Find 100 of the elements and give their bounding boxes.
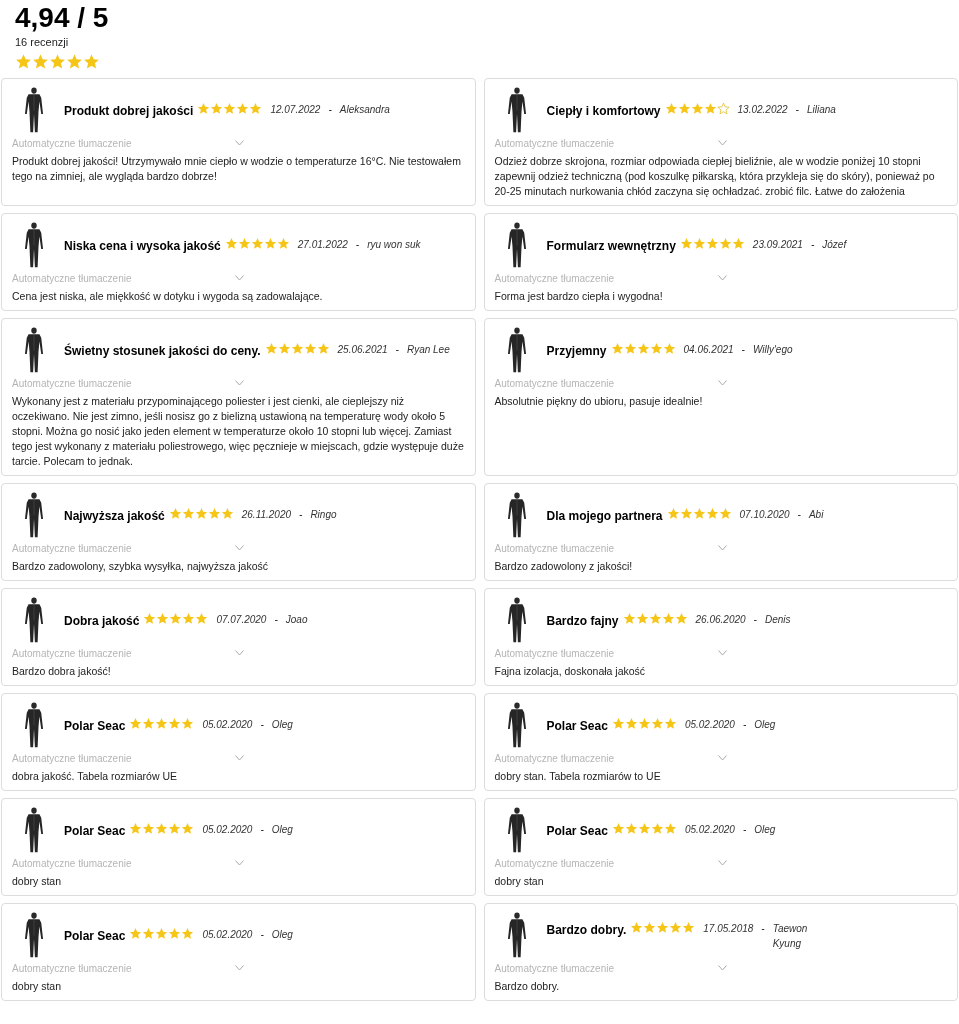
review-text: Odzież dobrze skrojona, rozmiar odpowiada ciepłej bieliźnie, ale w wodzie poniżej 10 stopni zapewnij odzież techniczną (pod koszulkę piłkarską, która przykleja się do skóry), ponieważ po 20-25 minutach nurkowania chłód zaczyna się ochładzać. zrobić filc. Łatwe do założenia <box>494 153 936 199</box>
star-icon <box>155 821 169 835</box>
star-icon <box>169 611 183 625</box>
chevron-down-icon[interactable] <box>235 275 244 281</box>
review-author: Ryan Lee <box>406 342 450 357</box>
star-icon <box>168 926 182 940</box>
review-title: Polar Seac <box>64 927 126 945</box>
star-icon <box>666 506 680 520</box>
review-title: Formularz wewnętrzny <box>546 237 676 255</box>
review-text: Bardzo dobry. <box>494 978 561 994</box>
separator-dash: - <box>752 612 758 627</box>
translation-label: Automatyczne tłumaczenie <box>494 646 614 661</box>
review-text: Bardzo zadowolony z jakości! <box>494 558 634 574</box>
review-author: Oleg <box>271 927 293 942</box>
star-icon <box>649 341 663 355</box>
chevron-down-icon[interactable] <box>235 380 244 386</box>
star-icon <box>249 101 263 115</box>
review-text: Cena jest niska, ale miękkość w dotyku i wygoda są zadowalające. <box>12 288 324 304</box>
star-icon <box>663 716 677 730</box>
star-icon <box>168 506 182 520</box>
separator-dash: - <box>740 342 746 357</box>
chevron-down-icon[interactable] <box>717 275 727 281</box>
review-title: Świetny stosunek jakości do ceny. <box>64 342 261 360</box>
star-icon <box>49 52 66 70</box>
star-icon <box>129 716 143 730</box>
translation-label: Automatyczne tłumaczenie <box>12 856 132 871</box>
separator-dash: - <box>741 822 748 837</box>
translation-label: Automatyczne tłumaczenie <box>12 541 132 556</box>
translation-label: Automatyczne tłumaczenie <box>12 751 132 766</box>
star-icon <box>303 341 317 355</box>
review-date: 25.06.2021 <box>336 342 388 357</box>
review-author: Ringo <box>310 507 337 522</box>
star-icon <box>611 716 625 730</box>
chevron-down-icon[interactable] <box>235 965 244 971</box>
chevron-down-icon[interactable] <box>717 650 727 656</box>
review-author: Taewon Kyung <box>772 921 809 951</box>
review-date: 23.09.2021 <box>751 237 803 252</box>
review-text: Forma jest bardzo ciepła i wygodna! <box>494 288 664 304</box>
translation-label: Automatyczne tłumaczenie <box>494 271 614 286</box>
translation-label: Automatyczne tłumaczenie <box>12 646 132 661</box>
star-icon <box>624 716 638 730</box>
star-icon <box>656 920 670 934</box>
translation-label: Automatyczne tłumaczenie <box>494 376 614 391</box>
star-icon <box>168 821 182 835</box>
chevron-down-icon[interactable] <box>235 140 244 146</box>
star-icon <box>250 236 264 250</box>
star-icon <box>181 506 195 520</box>
star-icon <box>182 611 196 625</box>
review-title: Bardzo dobry. <box>546 921 627 939</box>
chevron-down-icon[interactable] <box>717 380 727 386</box>
separator-dash: - <box>327 102 333 117</box>
separator-dash: - <box>796 507 802 522</box>
review-author: Willy'ego <box>752 342 793 357</box>
star-icon <box>156 611 170 625</box>
star-icon <box>622 611 636 625</box>
translation-label: Automatyczne tłumaczenie <box>494 541 614 556</box>
star-icon <box>624 821 638 835</box>
separator-dash: - <box>760 921 766 936</box>
review-author: Aleksandra <box>339 102 390 117</box>
translation-label: Automatyczne tłumaczenie <box>12 136 132 151</box>
review-text: Bardzo zadowolony, szybka wysyłka, najwyższa jakość <box>12 558 269 574</box>
star-icon <box>690 101 704 115</box>
star-icon <box>195 611 209 625</box>
star-icon <box>143 611 157 625</box>
star-icon <box>731 236 745 250</box>
star-icon <box>663 821 677 835</box>
star-icon <box>181 716 195 730</box>
review-author: Joao <box>285 612 308 627</box>
star-icon <box>224 236 238 250</box>
review-text: Produkt dobrej jakości! Utrzymywało mnie ciepło w wodzie o temperaturze 16°C. Nie testowałem tego na zimniej, ale wygląda bardzo dobrze! <box>12 153 462 184</box>
chevron-down-icon[interactable] <box>717 140 727 146</box>
chevron-down-icon[interactable] <box>235 650 244 656</box>
review-author: Józef <box>822 237 847 252</box>
star-icon <box>264 341 278 355</box>
chevron-down-icon[interactable] <box>717 860 727 866</box>
chevron-down-icon[interactable] <box>717 755 727 761</box>
review-author: ryu won suk <box>367 237 421 252</box>
chevron-down-icon[interactable] <box>235 755 244 761</box>
star-icon <box>669 920 683 934</box>
chevron-down-icon[interactable] <box>235 545 244 551</box>
star-icon <box>129 821 143 835</box>
review-author: Oleg <box>271 822 293 837</box>
review-author: Liliana <box>806 102 836 117</box>
chevron-down-icon[interactable] <box>717 545 727 551</box>
star-icon <box>623 341 637 355</box>
star-outline-icon <box>716 101 730 115</box>
star-icon <box>142 821 156 835</box>
chevron-down-icon[interactable] <box>717 965 727 971</box>
star-icon <box>650 821 664 835</box>
star-icon <box>181 821 195 835</box>
review-date: 05.02.2020 <box>201 822 253 837</box>
chevron-down-icon[interactable] <box>235 860 244 866</box>
star-icon <box>648 611 662 625</box>
separator-dash: - <box>354 237 361 252</box>
star-icon <box>129 926 143 940</box>
separator-dash: - <box>259 717 265 732</box>
star-icon <box>220 506 234 520</box>
translation-label: Automatyczne tłumaczenie <box>12 271 132 286</box>
star-icon <box>210 101 224 115</box>
star-icon <box>705 506 719 520</box>
